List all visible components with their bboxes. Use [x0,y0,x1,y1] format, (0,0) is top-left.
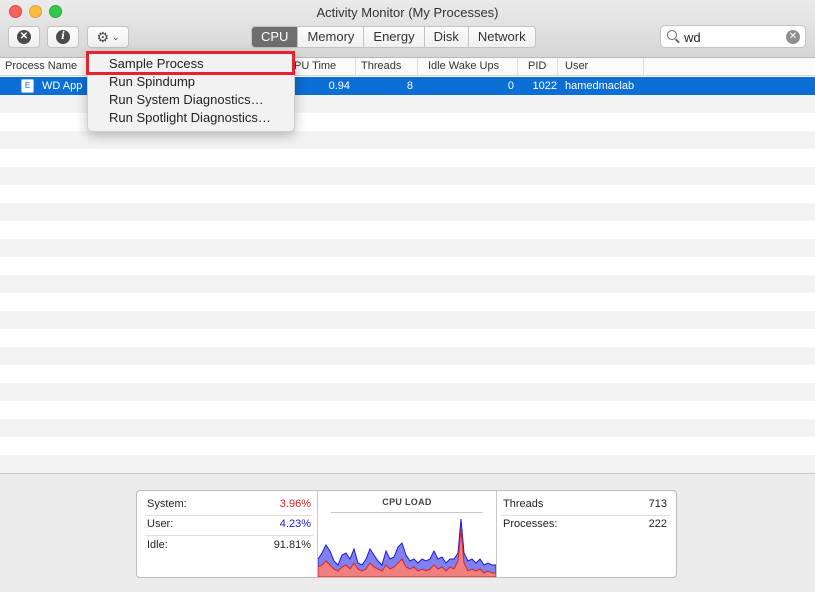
processes-label: Processes: [503,518,558,530]
empty-row [0,149,815,167]
cpu-load-graph [318,518,496,577]
stop-icon: ✕ [17,30,31,44]
threads-label: Threads [503,498,544,510]
column-user[interactable]: User [558,58,644,75]
menu-item-run-spindump[interactable]: Run Spindump [109,74,195,89]
user-value: 4.23% [279,518,311,530]
info-icon: i [56,30,70,44]
empty-row [0,239,815,257]
empty-row [0,365,815,383]
tab-memory[interactable]: Memory [298,27,365,47]
system-value: 3.96% [279,498,311,510]
user: hamedmaclab [565,80,635,92]
tab-energy[interactable]: Energy [364,27,425,47]
threads-value: 713 [648,498,667,510]
system-label: System: [147,498,187,510]
empty-row [0,293,815,311]
tab-cpu[interactable]: CPU [252,27,299,47]
empty-row [0,167,815,185]
idle-label: Idle: [147,539,168,551]
stats-footer: System: 3.96% User: 4.23% Idle: 91.81% C… [0,473,815,592]
divider [501,515,669,516]
search-icon [667,30,677,40]
divider [331,512,483,513]
empty-row [0,185,815,203]
empty-row [0,455,815,473]
empty-row [0,221,815,239]
search-field[interactable]: wd ✕ [660,25,806,48]
wd-app-icon: E [21,79,34,93]
process-table: E WD App 0.94 8 0 1022 hamedmaclab [0,77,815,473]
empty-row [0,401,815,419]
column-idle-wake-ups[interactable]: Idle Wake Ups [418,58,518,75]
empty-row [0,383,815,401]
tab-segmented-control: CPU Memory Energy Disk Network [251,26,536,48]
empty-row [0,329,815,347]
search-input-value[interactable]: wd [684,30,701,45]
gear-icon: ⚙ [96,28,109,45]
clear-search-icon[interactable]: ✕ [786,30,800,44]
chevron-down-icon: ⌄ [112,31,120,42]
pid: 1022 [532,80,557,92]
menu-item-run-spotlight-diagnostics[interactable]: Run Spotlight Diagnostics… [109,110,271,125]
divider [145,535,313,536]
threads: 8 [406,80,413,92]
empty-row [0,347,815,365]
stats-panel: System: 3.96% User: 4.23% Idle: 91.81% C… [136,490,677,578]
highlight-annotation-box [86,51,295,75]
cpu-load-title: CPU LOAD [382,497,432,507]
tab-network[interactable]: Network [469,27,535,47]
idle-value: 91.81% [273,539,311,551]
inspect-process-button[interactable]: i [47,26,79,48]
divider [145,515,313,516]
empty-row [0,257,815,275]
column-process-name[interactable]: Process Name [0,58,88,75]
activity-monitor-window: Activity Monitor (My Processes) ✕ i ⚙ ⌄ … [0,0,815,592]
user-label: User: [147,518,174,530]
process-name: WD App [42,80,83,92]
menu-item-run-system-diagnostics[interactable]: Run System Diagnostics… [109,92,264,107]
column-pid[interactable]: PID [518,58,558,75]
empty-row [0,311,815,329]
processes-value: 222 [648,518,667,530]
empty-row [0,131,815,149]
actions-menu-button[interactable]: ⚙ ⌄ [87,26,129,48]
cpu-time: 0.94 [328,80,350,92]
column-threads[interactable]: Threads [356,58,418,75]
window-title: Activity Monitor (My Processes) [316,5,499,20]
divider [496,491,497,577]
empty-row [0,437,815,455]
toolbar: Activity Monitor (My Processes) ✕ i ⚙ ⌄ … [0,0,815,58]
empty-row [0,275,815,293]
column-cpu-time[interactable]: PU Time [289,58,356,75]
tab-disk[interactable]: Disk [425,27,469,47]
empty-row [0,203,815,221]
idle-wake-ups: 0 [507,80,514,92]
stop-process-button[interactable]: ✕ [8,26,40,48]
empty-row [0,419,815,437]
